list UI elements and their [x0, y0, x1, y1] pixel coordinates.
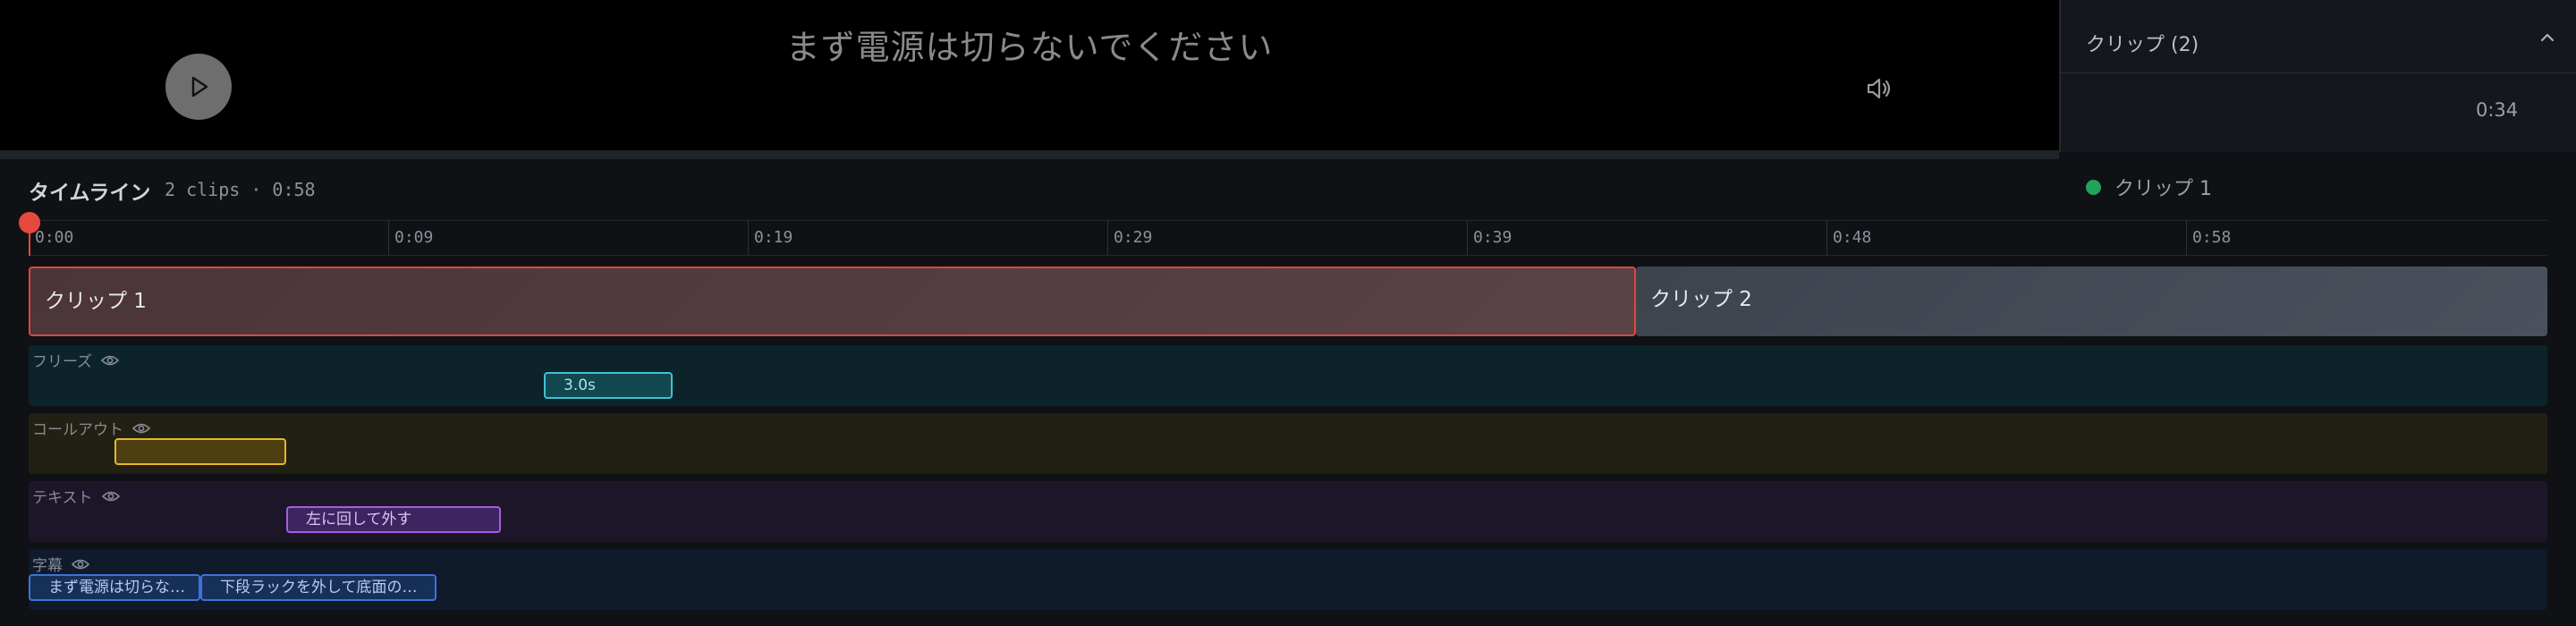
player-divider: [0, 150, 2059, 159]
callout-lane-title: コールアウト: [32, 421, 123, 439]
freeze-lane-title: フリーズ: [32, 353, 93, 371]
freeze-lane: フリーズ 3.0s: [29, 345, 2547, 406]
ruler-tick: 0:09: [388, 221, 433, 255]
subtitle-overlay: まず電源は切らないでください: [785, 28, 1274, 67]
text-lane: テキスト 左に回して外す: [29, 481, 2547, 542]
playhead-handle[interactable]: [19, 212, 40, 233]
freeze-chip[interactable]: 3.0s: [544, 372, 673, 399]
timeline-clip-1[interactable]: クリップ 1: [29, 266, 1636, 336]
ruler-tick: 0:29: [1107, 221, 1152, 255]
timeline-meta: 2 clips · 0:58: [165, 179, 316, 200]
play-icon: [191, 76, 208, 97]
clip-list-item-label: クリップ 1: [2114, 178, 2212, 200]
callout-chip[interactable]: [114, 438, 286, 465]
subtitle-chip[interactable]: まず電源は切らな…: [29, 574, 200, 601]
play-button[interactable]: [165, 54, 232, 120]
chevron-up-icon[interactable]: [2538, 30, 2556, 45]
subtitles-lane: 字幕 まず電源は切らな… 下段ラックを外して底面の…: [29, 549, 2547, 610]
clip-panel: クリップ (2) クリップ 1: [2059, 0, 2576, 200]
text-lane-title: テキスト: [32, 489, 93, 507]
clip-status-dot: [2086, 180, 2101, 195]
clip-panel-header[interactable]: クリップ (2): [2061, 0, 2576, 73]
subtitles-lane-label: 字幕: [32, 553, 89, 575]
eye-icon[interactable]: [101, 354, 120, 367]
eye-icon[interactable]: [132, 422, 150, 435]
subtitle-chip[interactable]: 下段ラックを外して底面の…: [200, 574, 436, 601]
volume-button[interactable]: [1864, 73, 1894, 104]
freeze-lane-label: フリーズ: [32, 349, 120, 371]
callout-lane: コールアウト: [29, 413, 2547, 474]
ruler-tick: 0:39: [1467, 221, 1512, 255]
ruler-tick: 0:48: [1826, 221, 1871, 255]
clip-list-item-duration: 0:34: [2476, 99, 2519, 121]
text-chip[interactable]: 左に回して外す: [286, 506, 501, 533]
ruler-tick: 0:19: [748, 221, 792, 255]
timeline-title: タイムライン: [29, 182, 151, 205]
timeline-clip-2[interactable]: クリップ 2: [1636, 266, 2547, 336]
subtitles-lane-title: 字幕: [32, 557, 63, 575]
timeline-ruler[interactable]: 0:00 0:09 0:19 0:29 0:39 0:48 0:58: [29, 220, 2547, 256]
volume-icon: [1867, 78, 1891, 99]
video-player: まず電源は切らないでください: [0, 0, 2059, 150]
text-lane-label: テキスト: [32, 485, 120, 507]
eye-icon[interactable]: [72, 558, 89, 571]
callout-lane-label: コールアウト: [32, 417, 150, 439]
clip-panel-title: クリップ (2): [2086, 34, 2199, 56]
eye-icon[interactable]: [101, 490, 120, 503]
ruler-tick: 0:58: [2186, 221, 2231, 255]
